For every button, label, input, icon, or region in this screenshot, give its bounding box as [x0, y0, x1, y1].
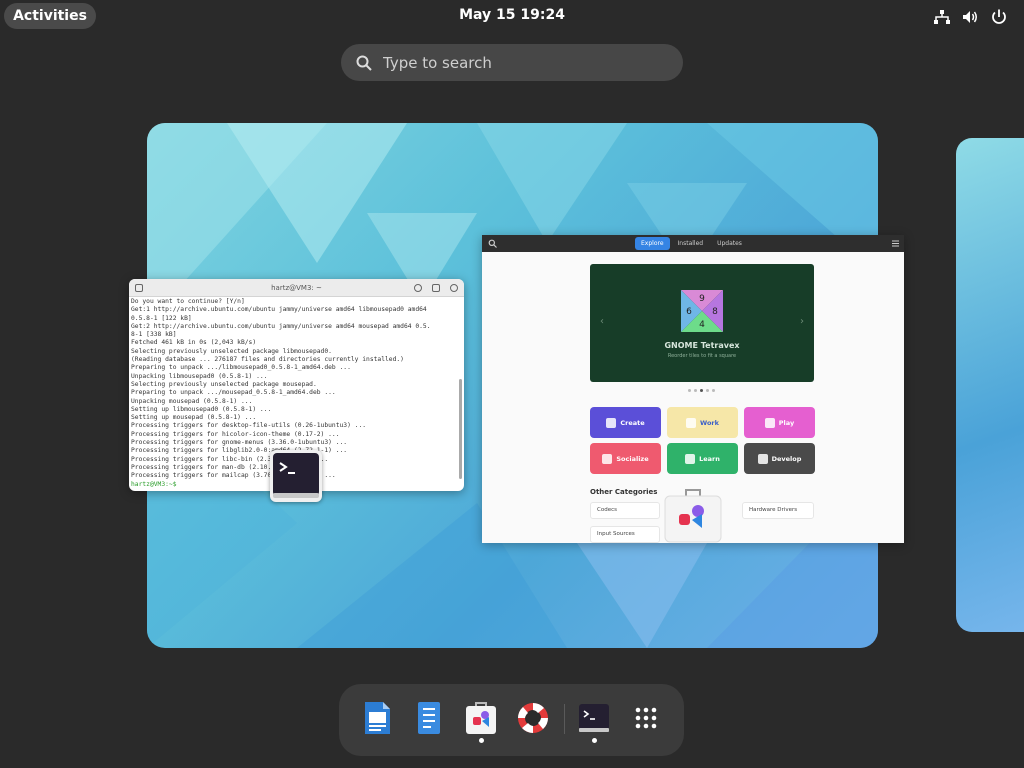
tile-digit: 6 — [686, 307, 692, 317]
hamburger-menu-icon[interactable] — [891, 239, 900, 248]
terminal-titlebar[interactable]: hartz@VM3: ~ — [129, 279, 464, 297]
text-editor-icon[interactable] — [411, 700, 447, 736]
category-label: Play — [778, 418, 795, 427]
top-bar: Activities May 15 19:24 — [0, 0, 1024, 32]
search-input[interactable] — [383, 50, 663, 75]
terminal-line: 0.5.8-1 [122 kB] — [131, 314, 192, 322]
other-categories-heading: Other Categories — [590, 488, 658, 496]
terminal-icon[interactable] — [576, 700, 612, 736]
category-codecs[interactable]: Codecs — [590, 502, 660, 519]
category-tile-play[interactable]: Play — [744, 407, 815, 438]
terminal-line: Setting up mousepad (0.5.8-1) ... — [131, 414, 257, 422]
chevron-left-icon[interactable]: ‹ — [600, 316, 604, 327]
activities-button[interactable]: Activities — [4, 3, 96, 29]
tile-digit: 8 — [712, 307, 718, 317]
clock: May 15 19:24 — [0, 7, 1024, 23]
category-label: Create — [620, 418, 645, 427]
search-icon[interactable] — [414, 284, 422, 292]
search-bar[interactable] — [341, 44, 683, 81]
tab-installed[interactable]: Installed — [672, 237, 710, 250]
terminal-prompt[interactable]: hartz@VM3:~$ — [131, 481, 180, 488]
terminal-app-badge — [270, 450, 322, 502]
terminal-line: (Reading database ... 276187 files and d… — [131, 356, 404, 364]
socialize-icon — [602, 453, 613, 464]
category-hardware-drivers[interactable]: Hardware Drivers — [742, 502, 814, 519]
featured-subtitle: Reorder tiles to fit a square — [667, 353, 737, 359]
software-headerbar: Explore Installed Updates — [482, 235, 904, 252]
terminal-line: 8-1 [338 kB] — [131, 331, 177, 339]
tile-digit: 4 — [699, 320, 705, 330]
terminal-line: Processing triggers for gnome-menus (3.3… — [131, 439, 348, 447]
show-apps-icon[interactable] — [628, 700, 664, 736]
category-tile-socialize[interactable]: Socialize — [590, 443, 661, 474]
terminal-line: Get:1 http://archive.ubuntu.com/ubuntu j… — [131, 306, 427, 314]
terminal-line: Unpacking mousepad (0.5.8-1) ... — [131, 397, 253, 405]
terminal-line: Preparing to unpack .../mousepad_0.5.8-1… — [131, 389, 336, 397]
libreoffice-writer-icon[interactable] — [359, 700, 395, 736]
terminal-line: Selecting previously unselected package … — [131, 380, 317, 388]
terminal-line: Preparing to unpack .../libmousepad0_0.5… — [131, 364, 351, 372]
featured-banner[interactable]: ‹ › 9 6 8 4 GNOME Tetravex Reorder tiles… — [590, 264, 814, 382]
terminal-line: Setting up libmousepad0 (0.5.8-1) ... — [131, 405, 272, 413]
clock-label[interactable]: May 15 19:24 — [459, 7, 565, 23]
category-tile-develop[interactable]: Develop — [744, 443, 815, 474]
dash-separator — [564, 704, 565, 734]
terminal-line: Fetched 461 kB in 0s (2,043 kB/s) — [131, 339, 257, 347]
search-icon — [356, 55, 372, 71]
close-icon[interactable] — [450, 284, 458, 292]
work-icon — [686, 417, 697, 428]
play-icon — [764, 417, 775, 428]
terminal-line: Do you want to continue? [Y/n] — [131, 298, 245, 305]
tetravex-logo: 9 6 8 4 — [681, 290, 723, 332]
category-label: Develop — [771, 454, 802, 463]
tab-updates[interactable]: Updates — [711, 237, 748, 250]
create-icon — [606, 417, 617, 428]
software-icon[interactable] — [463, 700, 499, 736]
featured-title: GNOME Tetravex — [664, 341, 740, 350]
next-workspace-thumbnail[interactable] — [956, 138, 1024, 632]
category-label: Socialize — [616, 454, 649, 463]
volume-icon[interactable] — [961, 8, 979, 26]
power-icon[interactable] — [990, 8, 1008, 26]
help-icon[interactable] — [515, 700, 551, 736]
category-label: Learn — [699, 454, 720, 463]
category-label: Work — [700, 418, 719, 427]
learn-icon — [685, 453, 696, 464]
menu-icon[interactable] — [432, 284, 440, 292]
terminal-line: Processing triggers for desktop-file-uti… — [131, 422, 367, 430]
network-icon[interactable] — [933, 8, 951, 26]
terminal-line: Selecting previously unselected package … — [131, 347, 332, 355]
running-indicator — [592, 738, 597, 743]
chevron-right-icon[interactable]: › — [800, 316, 804, 327]
category-tile-learn[interactable]: Learn — [667, 443, 738, 474]
dash — [339, 684, 684, 756]
category-tile-work[interactable]: Work — [667, 407, 738, 438]
category-input-sources[interactable]: Input Sources — [590, 526, 660, 543]
search-icon[interactable] — [488, 239, 497, 248]
running-indicator — [479, 738, 484, 743]
terminal-line: Get:2 http://archive.ubuntu.com/ubuntu j… — [131, 322, 431, 330]
terminal-scrollbar[interactable] — [459, 379, 462, 479]
terminal-line: Unpacking libmousepad0 (0.5.8-1) ... — [131, 372, 268, 380]
develop-icon — [757, 453, 768, 464]
terminal-line: Processing triggers for hicolor-icon-the… — [131, 430, 340, 438]
carousel-dots[interactable] — [688, 389, 715, 392]
software-app-badge — [664, 489, 722, 543]
category-tile-create[interactable]: Create — [590, 407, 661, 438]
tile-digit: 9 — [699, 294, 705, 304]
tab-explore[interactable]: Explore — [635, 237, 670, 250]
